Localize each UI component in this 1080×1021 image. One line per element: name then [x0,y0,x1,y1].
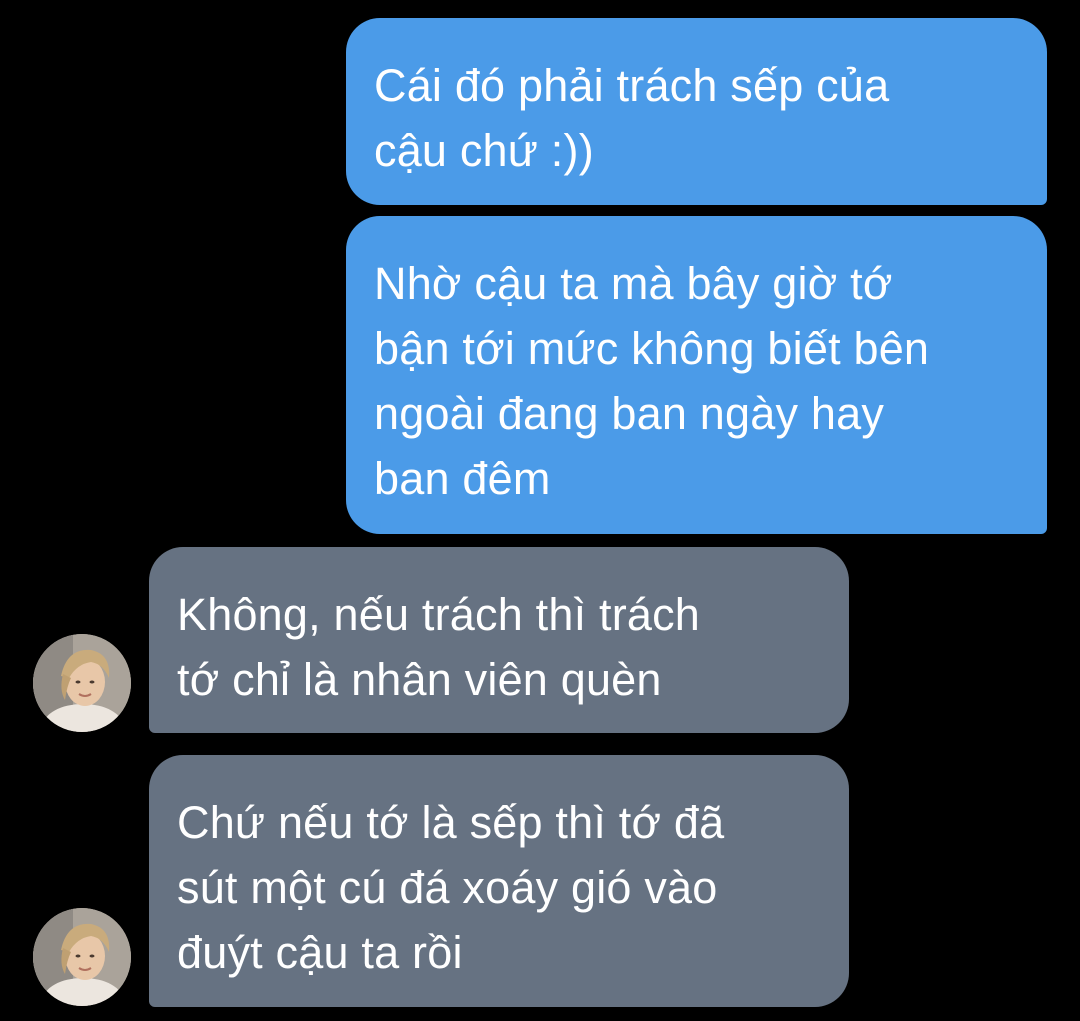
message-text-line: cậu chứ :)) [374,125,594,176]
outgoing-message-bubble[interactable]: Nhờ cậu ta mà bây giờ tớ bận tới mức khô… [346,216,1047,534]
message-text-line: đuýt cậu ta rồi [177,927,463,978]
avatar-photo-icon [33,634,131,732]
contact-avatar[interactable] [33,908,131,1006]
message-text-line: Cái đó phải trách sếp của [374,60,890,111]
message-text-line: tớ chỉ là nhân viên quèn [177,654,662,705]
message-text-line: ngoài đang ban ngày hay [374,388,885,439]
avatar-photo-icon [33,908,131,1006]
incoming-message-bubble[interactable]: Không, nếu trách thì trách tớ chỉ là nhâ… [149,547,849,733]
message-text-line: Nhờ cậu ta mà bây giờ tớ [374,258,893,309]
outgoing-message-bubble[interactable]: Cái đó phải trách sếp của cậu chứ :)) [346,18,1047,205]
contact-avatar[interactable] [33,634,131,732]
message-text-line: Không, nếu trách thì trách [177,589,701,640]
message-text-line: bận tới mức không biết bên [374,323,930,374]
incoming-message-bubble[interactable]: Chứ nếu tớ là sếp thì tớ đã sút một cú đ… [149,755,849,1007]
message-text-line: Chứ nếu tớ là sếp thì tớ đã [177,797,725,848]
message-text-line: sút một cú đá xoáy gió vào [177,862,718,913]
message-text-line: ban đêm [374,453,551,504]
